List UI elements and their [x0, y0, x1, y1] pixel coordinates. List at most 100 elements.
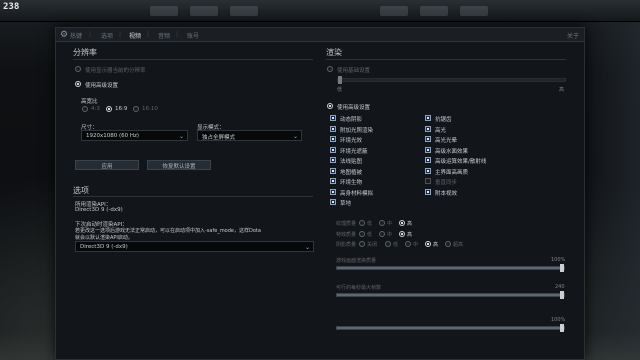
- use-basic-settings-radio[interactable]: [327, 66, 333, 72]
- tab-options[interactable]: 选项: [101, 31, 113, 40]
- option-checkbox-label: 附加光照渲染: [340, 127, 374, 134]
- option-checkbox[interactable]: [330, 199, 336, 205]
- hero-portrait: [150, 6, 178, 16]
- quality-option-radio[interactable]: [399, 220, 405, 226]
- option-checkbox[interactable]: [425, 146, 431, 153]
- chevron-down-icon: ⌄: [292, 133, 298, 140]
- resolution-size-value: 1920x1080 (60 Hz): [86, 133, 140, 139]
- settings-tab-bar: ⚙ 热键 | 选项 | 视频 | 音频 | 账号 关于: [56, 28, 584, 42]
- quality-option-label: 低: [393, 242, 399, 248]
- quality-row-label: 纹理质量: [336, 221, 357, 227]
- basic-slider-high-label: 高: [559, 87, 565, 93]
- hero-portrait: [380, 6, 408, 16]
- chevron-down-icon: ⌄: [304, 244, 310, 251]
- quality-row-label: 特效质量: [336, 231, 357, 238]
- aspect-4-3-radio[interactable]: [82, 106, 88, 112]
- aspect-16-10-label: 16:10: [142, 106, 158, 112]
- safe-mode-warning-line1: 若更改这一选项后游戏无法正常启动，可以在启动项中加入-safe_mode，这样D…: [75, 228, 261, 234]
- apply-button[interactable]: 应用: [75, 160, 139, 170]
- option-checkbox[interactable]: [330, 125, 336, 132]
- use-advanced-rendering-radio[interactable]: [327, 103, 333, 109]
- use-basic-settings-label: 使用基础设置: [337, 68, 371, 74]
- option-checkbox[interactable]: [330, 146, 336, 153]
- use-advanced-resolution-radio[interactable]: [75, 81, 81, 87]
- api-select[interactable]: Direct3D 9 (-dx9) ⌄: [75, 241, 314, 252]
- options-title: 选项: [73, 186, 89, 195]
- display-mode-select[interactable]: 独占全屏模式 ⌄: [197, 130, 302, 141]
- render-quality-value: 100%: [551, 257, 566, 263]
- use-desktop-resolution-radio[interactable]: [75, 66, 81, 72]
- quality-option-radio[interactable]: [399, 230, 405, 237]
- hero-portrait: [230, 6, 258, 16]
- option-checkbox[interactable]: [425, 125, 431, 132]
- option-checkbox[interactable]: [425, 157, 431, 163]
- current-api-value: Direct3D 9 (-dx9): [75, 207, 123, 213]
- quality-option-radio[interactable]: [359, 241, 365, 247]
- fps-counter: 238: [3, 2, 20, 12]
- tab-account[interactable]: 账号: [187, 31, 199, 40]
- option-checkbox[interactable]: [330, 167, 336, 174]
- option-checkbox[interactable]: [330, 136, 336, 142]
- tab-hotkeys[interactable]: 热键: [70, 31, 82, 40]
- slider-thumb[interactable]: [560, 264, 564, 272]
- about-button[interactable]: 关于: [567, 31, 579, 40]
- option-checkbox-label: 高光光晕: [435, 138, 458, 144]
- tab-separator: |: [176, 31, 179, 38]
- aspect-16-9-radio[interactable]: [106, 106, 112, 112]
- resolution-title: 分辨率: [73, 48, 97, 57]
- option-checkbox[interactable]: [425, 167, 431, 174]
- option-checkbox-label: 动态阴影: [340, 117, 363, 123]
- option-checkbox[interactable]: [425, 188, 431, 195]
- option-checkbox-label: 主界面高画质: [435, 169, 469, 176]
- quality-option-label: 高: [433, 242, 439, 248]
- quality-option-radio[interactable]: [359, 220, 365, 226]
- option-checkbox[interactable]: [330, 115, 336, 121]
- quality-option-radio[interactable]: [379, 220, 385, 226]
- quality-option-radio[interactable]: [385, 241, 391, 247]
- render-quality-label: 游戏画面渲染质量: [336, 258, 377, 264]
- quality-option-label: 中: [413, 242, 419, 248]
- option-checkbox-label: 高光: [435, 127, 447, 134]
- reset-defaults-button[interactable]: 恢复默认设置: [147, 160, 211, 170]
- hero-portrait: [420, 6, 448, 16]
- quality-option-radio[interactable]: [379, 230, 385, 237]
- tab-audio[interactable]: 音频: [158, 31, 170, 40]
- option-checkbox[interactable]: [330, 178, 336, 184]
- aspect-16-9-label: 16:9: [115, 106, 128, 112]
- quality-option-radio[interactable]: [405, 241, 411, 247]
- quality-option-radio[interactable]: [445, 241, 451, 247]
- quality-option-label: 高: [407, 231, 413, 238]
- gear-icon: ⚙: [60, 30, 69, 40]
- use-advanced-rendering-label: 使用高级设置: [337, 105, 371, 111]
- option-checkbox[interactable]: [425, 115, 431, 121]
- api-select-value: Direct3D 9 (-dx9): [80, 244, 128, 250]
- basic-quality-slider[interactable]: [337, 76, 566, 84]
- aspect-ratio-title: 高宽比: [81, 99, 98, 105]
- render-quality-slider[interactable]: [336, 264, 565, 272]
- quality-option-label: 关闭: [367, 242, 378, 248]
- quality-option-radio[interactable]: [359, 230, 365, 237]
- quality-option-radio[interactable]: [425, 241, 431, 247]
- slider-thumb[interactable]: [338, 76, 342, 84]
- option-checkbox-label: 环境光效: [340, 138, 363, 144]
- use-advanced-resolution-label: 使用高级设置: [85, 83, 119, 89]
- hero-portrait: [460, 6, 488, 16]
- quality-row-label: 阴影质量: [336, 242, 357, 248]
- option-checkbox-label: 法线贴图: [340, 159, 363, 165]
- slider-thumb[interactable]: [560, 324, 564, 332]
- tab-video[interactable]: 视频: [129, 31, 141, 40]
- option-checkbox[interactable]: [330, 157, 336, 163]
- resolution-size-select[interactable]: 1920x1080 (60 Hz) ⌄: [81, 130, 188, 141]
- slider-fill: [337, 327, 564, 329]
- option-checkbox-label: 高级水面效果: [435, 148, 469, 155]
- option-checkbox-label: 附本视效: [435, 190, 458, 197]
- extra-slider[interactable]: [336, 324, 565, 332]
- max-fps-slider[interactable]: [336, 291, 565, 299]
- aspect-16-10-radio[interactable]: [133, 106, 139, 112]
- tab-separator: |: [147, 31, 150, 38]
- option-checkbox[interactable]: [330, 188, 336, 195]
- option-checkbox[interactable]: [425, 178, 431, 184]
- slider-thumb[interactable]: [560, 291, 564, 299]
- option-checkbox[interactable]: [425, 136, 431, 142]
- slider-fill: [337, 294, 564, 296]
